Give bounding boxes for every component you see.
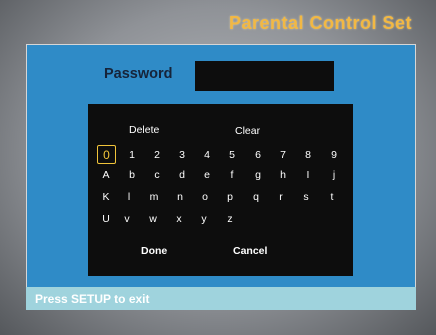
password-field[interactable] [195, 61, 334, 91]
key-s[interactable]: s [298, 190, 314, 204]
key-q[interactable]: q [248, 190, 264, 204]
cancel-button[interactable]: Cancel [233, 245, 267, 257]
key-0-selected[interactable]: 0 [97, 145, 116, 164]
key-j[interactable]: j [326, 168, 342, 182]
key-3[interactable]: 3 [174, 148, 190, 162]
key-7[interactable]: 7 [275, 148, 291, 162]
key-d[interactable]: d [174, 168, 190, 182]
key-x[interactable]: x [171, 212, 187, 226]
key-l[interactable]: l [121, 190, 137, 204]
password-label: Password [104, 66, 173, 82]
key-p[interactable]: p [222, 190, 238, 204]
key-r[interactable]: r [273, 190, 289, 204]
on-screen-keyboard: Delete Clear Done Cancel 0123456789 Abcde… [88, 104, 353, 276]
parental-control-panel: Password Delete Clear Done Cancel 012345… [26, 44, 416, 308]
key-v[interactable]: v [119, 212, 135, 226]
status-bar: Press SETUP to exit [26, 287, 416, 310]
exit-hint: Press SETUP to exit [35, 292, 150, 306]
key-n[interactable]: n [172, 190, 188, 204]
key-m[interactable]: m [146, 190, 162, 204]
key-6[interactable]: 6 [250, 148, 266, 162]
key-b[interactable]: b [124, 168, 140, 182]
key-e[interactable]: e [199, 168, 215, 182]
key-h[interactable]: h [275, 168, 291, 182]
osd-screen: Parental Control Set Password Delete Cle… [0, 0, 436, 335]
key-A[interactable]: A [98, 168, 114, 182]
key-I[interactable]: I [300, 168, 316, 182]
key-2[interactable]: 2 [149, 148, 165, 162]
key-y[interactable]: y [196, 212, 212, 226]
key-c[interactable]: c [149, 168, 165, 182]
key-9[interactable]: 9 [326, 148, 342, 162]
delete-button[interactable]: Delete [129, 124, 159, 136]
key-8[interactable]: 8 [300, 148, 316, 162]
screen-title: Parental Control Set [228, 13, 412, 33]
key-5[interactable]: 5 [224, 148, 240, 162]
key-z[interactable]: z [222, 212, 238, 226]
key-g[interactable]: g [250, 168, 266, 182]
done-button[interactable]: Done [141, 245, 167, 257]
key-w[interactable]: w [145, 212, 161, 226]
key-o[interactable]: o [197, 190, 213, 204]
key-4[interactable]: 4 [199, 148, 215, 162]
key-K[interactable]: K [98, 190, 114, 204]
key-t[interactable]: t [324, 190, 340, 204]
key-f[interactable]: f [224, 168, 240, 182]
key-1[interactable]: 1 [124, 148, 140, 162]
clear-button[interactable]: Clear [235, 125, 260, 137]
key-U[interactable]: U [98, 212, 114, 226]
